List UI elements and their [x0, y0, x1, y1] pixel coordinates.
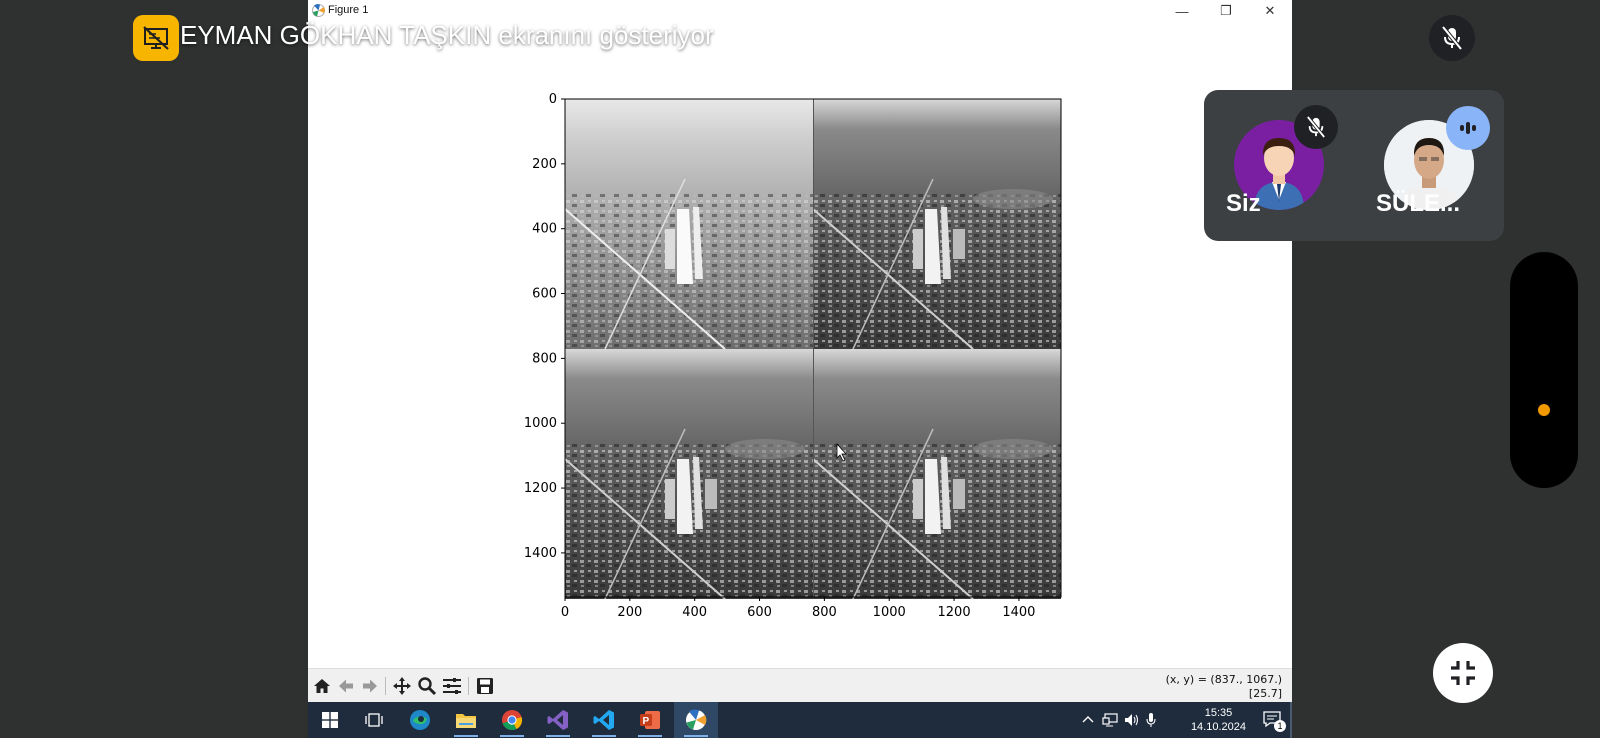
participant-tile-other[interactable]: SÜLE...: [1354, 90, 1504, 241]
matplotlib-icon: [312, 4, 325, 17]
recording-indicator-dot: [1538, 404, 1550, 416]
participant-name: SÜLE...: [1376, 190, 1461, 217]
figure-canvas[interactable]: 0 200 400 600 800 1000 1200 1400 0 200 400 600 800 1…: [308, 22, 1292, 668]
clock-time: 15:35: [1204, 707, 1233, 719]
coords-xy: (x, y) = (837., 1067.): [1165, 673, 1282, 686]
toolbar-separator: [468, 677, 469, 695]
microphone-icon[interactable]: [1146, 712, 1156, 728]
show-desktop-button[interactable]: [1290, 702, 1292, 738]
mic-muted-icon[interactable]: [1429, 15, 1475, 61]
configure-icon[interactable]: [441, 676, 463, 696]
toolbar-separator: [385, 677, 386, 695]
visual-studio-icon[interactable]: [536, 702, 580, 738]
zoom-icon[interactable]: [416, 676, 438, 696]
x-tick-label: 0: [561, 605, 569, 620]
window-titlebar: Figure 1 — ❐ ✕: [308, 0, 1292, 22]
image-plot[interactable]: 0 200 400 600 800 1000 1200 1400 0 200 400 600 800 1…: [308, 22, 1292, 668]
windows-start-icon[interactable]: [308, 702, 352, 738]
file-explorer-icon[interactable]: [444, 702, 488, 738]
participant-tile-self[interactable]: Siz: [1204, 90, 1354, 241]
x-tick-label: 1000: [873, 605, 906, 620]
system-tray: 15:35 14.10.2024 1: [1072, 702, 1292, 738]
close-button[interactable]: ✕: [1248, 0, 1292, 22]
edge-icon[interactable]: [398, 702, 442, 738]
shared-screen: Figure 1 — ❐ ✕ 0 200 400 600 800 1000 12…: [308, 0, 1292, 738]
window-title: Figure 1: [328, 4, 369, 16]
mic-off-icon: [1294, 105, 1338, 149]
matplotlib-toolbar: (x, y) = (837., 1067.) [25.7]: [308, 668, 1292, 703]
svg-text:P: P: [643, 716, 650, 727]
restore-button[interactable]: ❐: [1204, 0, 1248, 22]
y-tick-label: 200: [532, 157, 557, 172]
y-tick-label: 800: [532, 351, 557, 366]
notification-count-badge: 1: [1274, 720, 1286, 732]
chevron-up-icon[interactable]: [1082, 714, 1094, 724]
windows-taskbar: P 15:35 14.10.2024 1: [308, 702, 1292, 738]
x-tick-label: 600: [747, 605, 772, 620]
x-tick-label: 1200: [938, 605, 971, 620]
y-tick-label: 600: [532, 287, 557, 302]
back-icon[interactable]: [335, 676, 357, 696]
minimize-button[interactable]: —: [1160, 0, 1204, 22]
speaking-indicator-icon: [1446, 106, 1490, 150]
participant-name: Siz: [1226, 190, 1261, 217]
notification-center-icon[interactable]: 1: [1262, 710, 1286, 732]
vscode-icon[interactable]: [582, 702, 626, 738]
task-view-icon[interactable]: [352, 702, 396, 738]
matplotlib-taskbar-icon[interactable]: [674, 702, 718, 738]
network-icon[interactable]: [1102, 713, 1118, 727]
home-icon[interactable]: [311, 676, 333, 696]
participant-tiles: Siz SÜLE...: [1204, 90, 1504, 241]
clock-date: 14.10.2024: [1190, 721, 1246, 733]
x-tick-label: 800: [812, 605, 837, 620]
x-tick-label: 400: [682, 605, 707, 620]
volume-icon[interactable]: [1124, 713, 1140, 727]
presenting-icon: [133, 15, 179, 61]
y-axis: 0 200 400 600 800 1000 1200 1400: [524, 92, 565, 561]
cursor-coordinates: (x, y) = (837., 1067.) [25.7]: [1166, 673, 1282, 701]
coords-value: [25.7]: [1248, 687, 1282, 700]
exit-fullscreen-button[interactable]: [1433, 643, 1493, 703]
presenter-status-text: EYMAN GÖKHAN TAŞKIN ekranını gösteriyor: [180, 20, 714, 50]
y-tick-label: 1200: [524, 481, 557, 496]
exit-fullscreen-icon: [1451, 661, 1475, 685]
y-tick-label: 0: [549, 92, 557, 107]
chrome-icon[interactable]: [490, 702, 534, 738]
x-tick-label: 200: [617, 605, 642, 620]
y-tick-label: 400: [532, 222, 557, 237]
powerpoint-icon[interactable]: P: [628, 702, 672, 738]
image-mosaic: [564, 98, 1062, 600]
pan-icon[interactable]: [391, 676, 413, 696]
taskbar-clock[interactable]: 15:35 14.10.2024: [1191, 706, 1246, 734]
save-icon[interactable]: [474, 676, 496, 696]
forward-icon[interactable]: [359, 676, 381, 696]
y-tick-label: 1000: [524, 416, 557, 431]
x-axis: 0 200 400 600 800 1000 1200 1400: [561, 597, 1035, 620]
y-tick-label: 1400: [524, 546, 557, 561]
x-tick-label: 1400: [1002, 605, 1035, 620]
side-control-pill[interactable]: [1510, 252, 1578, 488]
